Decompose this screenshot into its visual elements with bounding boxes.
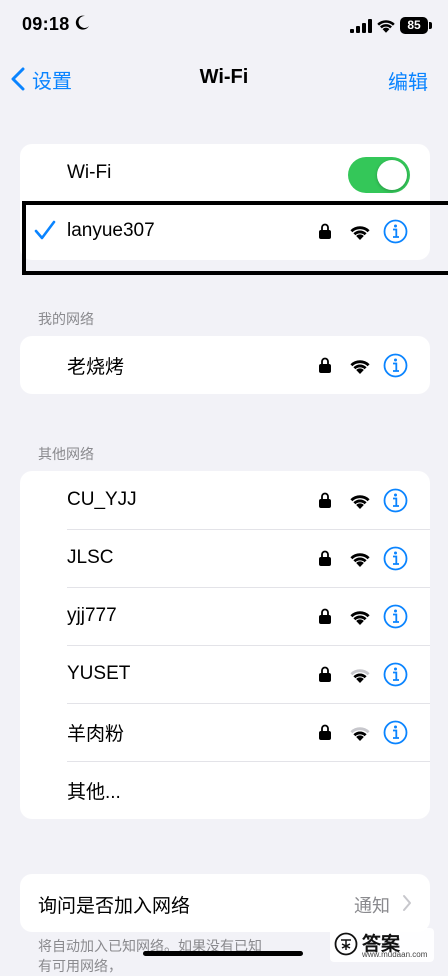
lock-icon bbox=[319, 357, 331, 373]
chevron-right-icon bbox=[403, 895, 411, 911]
wifi-toggle[interactable] bbox=[348, 157, 410, 193]
toggle-knob bbox=[377, 160, 407, 190]
other-network-label: 其他... bbox=[67, 781, 121, 803]
footer-line: 有可用网络， bbox=[38, 958, 122, 974]
info-icon[interactable] bbox=[383, 488, 408, 513]
network-row[interactable]: CU_YJJ bbox=[20, 471, 430, 529]
network-name: JLSC bbox=[67, 547, 114, 568]
lock-icon bbox=[319, 550, 331, 566]
info-icon[interactable] bbox=[383, 353, 408, 378]
my-networks-group: 老烧烤 bbox=[20, 336, 430, 394]
status-time: 09:18 bbox=[22, 14, 70, 34]
watermark: 答案 www.mudaan.com bbox=[330, 928, 434, 962]
network-name: 老烧烤 bbox=[67, 356, 125, 378]
moon-icon bbox=[75, 15, 89, 30]
wifi-toggle-label: Wi-Fi bbox=[67, 162, 112, 183]
lock-icon bbox=[319, 724, 331, 740]
lock-icon bbox=[319, 666, 331, 682]
section-header-my-networks: 我的网络 bbox=[38, 311, 94, 327]
home-indicator[interactable] bbox=[143, 951, 303, 956]
info-icon[interactable] bbox=[383, 546, 408, 571]
ask-to-join-label: 询问是否加入网络 bbox=[38, 896, 191, 917]
wifi-toggle-row: Wi-Fi bbox=[20, 144, 430, 202]
lock-icon bbox=[319, 492, 331, 508]
network-row[interactable]: JLSC bbox=[20, 529, 430, 587]
battery-tip bbox=[429, 22, 432, 29]
footer-description: 将自动加入已知网络。如果没有已知 有可用网络， bbox=[38, 936, 298, 976]
network-name: yjj777 bbox=[67, 605, 117, 626]
other-networks-group: CU_YJJ JLSC yjj777 YUSET 羊肉粉 其他... bbox=[20, 471, 430, 819]
network-name: YUSET bbox=[67, 663, 131, 684]
wifi-signal-icon bbox=[350, 552, 370, 567]
network-row[interactable]: 羊肉粉 bbox=[20, 703, 430, 761]
page-title: Wi-Fi bbox=[199, 66, 249, 88]
wifi-weak-signal-icon bbox=[350, 668, 370, 683]
status-bar: 09:18 85 bbox=[0, 0, 448, 56]
watermark-url: www.mudaan.com bbox=[362, 950, 428, 959]
wifi-status-icon bbox=[377, 20, 395, 33]
info-icon[interactable] bbox=[383, 662, 408, 687]
ask-to-join-value: 通知 bbox=[354, 896, 390, 916]
wifi-signal-icon bbox=[350, 610, 370, 625]
wifi-signal-icon bbox=[350, 494, 370, 509]
network-row[interactable]: yjj777 bbox=[20, 587, 430, 645]
info-icon[interactable] bbox=[383, 604, 408, 629]
edit-button[interactable]: 编辑 bbox=[388, 66, 428, 95]
wifi-signal-icon bbox=[350, 359, 370, 374]
wifi-weak-signal-icon bbox=[350, 726, 370, 741]
info-icon[interactable] bbox=[383, 720, 408, 745]
section-header-other-networks: 其他网络 bbox=[38, 446, 94, 462]
watermark-logo-icon bbox=[334, 932, 358, 956]
lock-icon bbox=[319, 608, 331, 624]
ask-to-join-row[interactable]: 询问是否加入网络 通知 bbox=[20, 874, 430, 932]
network-row[interactable]: 老烧烤 bbox=[20, 336, 430, 394]
network-row[interactable]: YUSET bbox=[20, 645, 430, 703]
cellular-signal-icon bbox=[350, 19, 372, 33]
other-network-row[interactable]: 其他... bbox=[20, 761, 430, 819]
battery-indicator: 85 bbox=[400, 17, 428, 34]
network-name: 羊肉粉 bbox=[67, 723, 125, 745]
highlight-annotation bbox=[22, 201, 448, 275]
network-name: CU_YJJ bbox=[67, 489, 137, 510]
